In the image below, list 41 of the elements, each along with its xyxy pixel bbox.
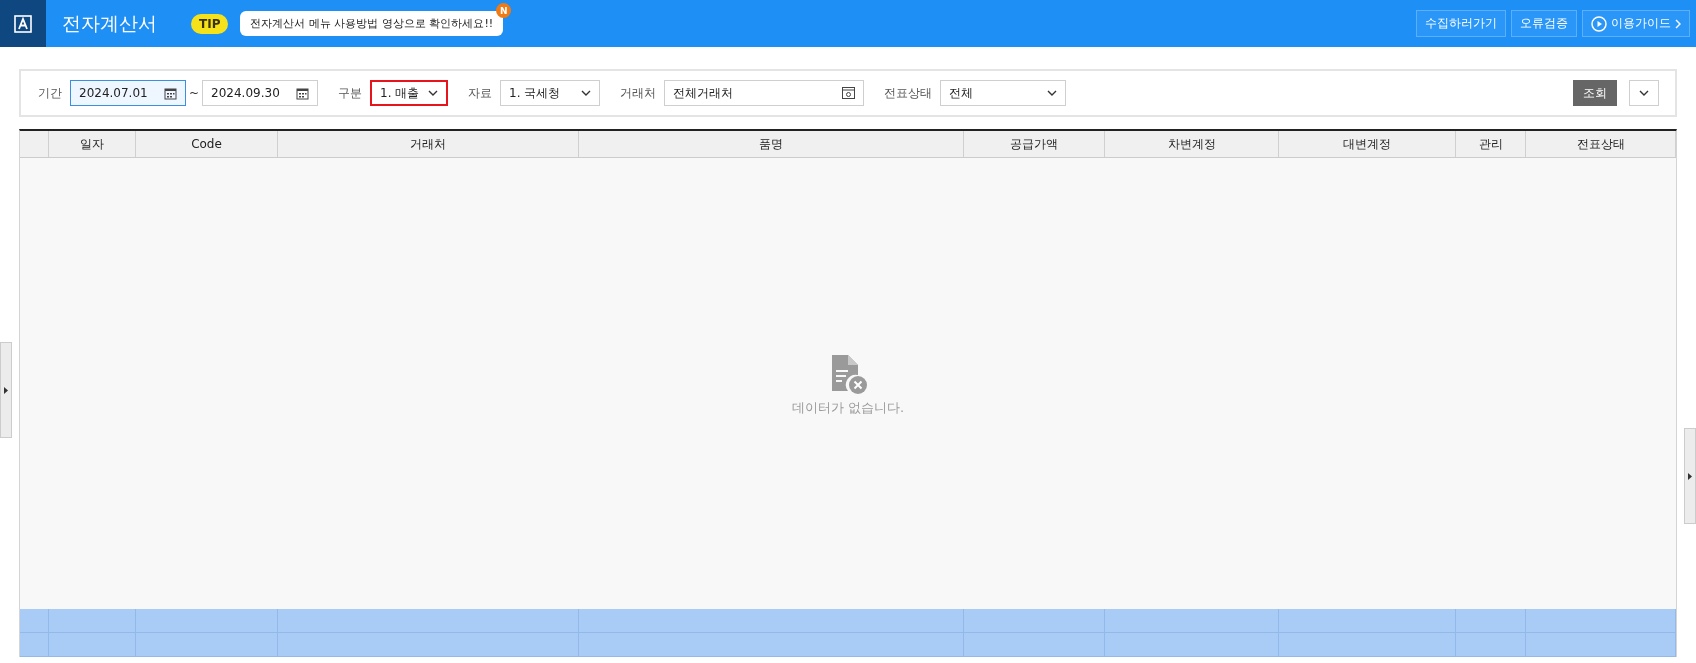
side-panel-handle[interactable] (0, 342, 12, 438)
side-panel-handle[interactable] (1684, 428, 1696, 524)
filter-label: 구분 (338, 84, 363, 102)
select-field[interactable]: 1. 매출 (370, 80, 449, 106)
chevron-down-icon (1639, 90, 1649, 96)
column-header: 대변계정 (1279, 131, 1456, 157)
chevron-down-icon (581, 90, 592, 96)
column-header: 관리 (1456, 131, 1526, 157)
date-field[interactable]: 2024.07.01 (70, 80, 186, 106)
chevron-down-icon (1047, 90, 1058, 96)
calendar-icon[interactable] (164, 86, 177, 100)
calendar-icon[interactable] (296, 86, 310, 100)
empty-message: 데이터가 없습니다. (791, 398, 905, 417)
column-header: 공급가액 (964, 131, 1105, 157)
select-field[interactable]: 1. 국세청 (500, 80, 601, 106)
range-separator: ~ (189, 86, 200, 100)
lookup-field[interactable]: 전체거래처 (664, 80, 865, 106)
column-header: 차변계정 (1105, 131, 1279, 157)
column-header: 일자 (49, 131, 136, 157)
lookup-icon[interactable] (842, 87, 856, 99)
filter-label: 전표상태 (884, 84, 933, 102)
filter-label: 거래처 (620, 84, 657, 102)
new-badge: N (496, 3, 512, 18)
date-field[interactable]: 2024.09.30 (202, 80, 319, 106)
filter-label: 기간 (38, 84, 62, 102)
select-field[interactable]: 전체 (940, 80, 1067, 106)
filter-label: 자료 (468, 84, 493, 102)
column-header: 품명 (579, 131, 964, 157)
column-header: Code (136, 131, 278, 157)
page-title: 전자계산서 (62, 10, 157, 36)
logo-icon (14, 14, 32, 33)
search-button[interactable]: 조회 (1573, 80, 1617, 106)
column-header: 거래처 (278, 131, 579, 157)
caret-right-icon (4, 386, 8, 394)
expand-button[interactable] (1629, 80, 1659, 106)
chevron-right-icon (1675, 18, 1681, 29)
caret-right-icon (1688, 472, 1692, 480)
tip-badge: TIP (191, 13, 229, 34)
play-icon (1591, 15, 1607, 32)
column-header: 전표상태 (1526, 131, 1676, 157)
chevron-down-icon (428, 90, 439, 96)
